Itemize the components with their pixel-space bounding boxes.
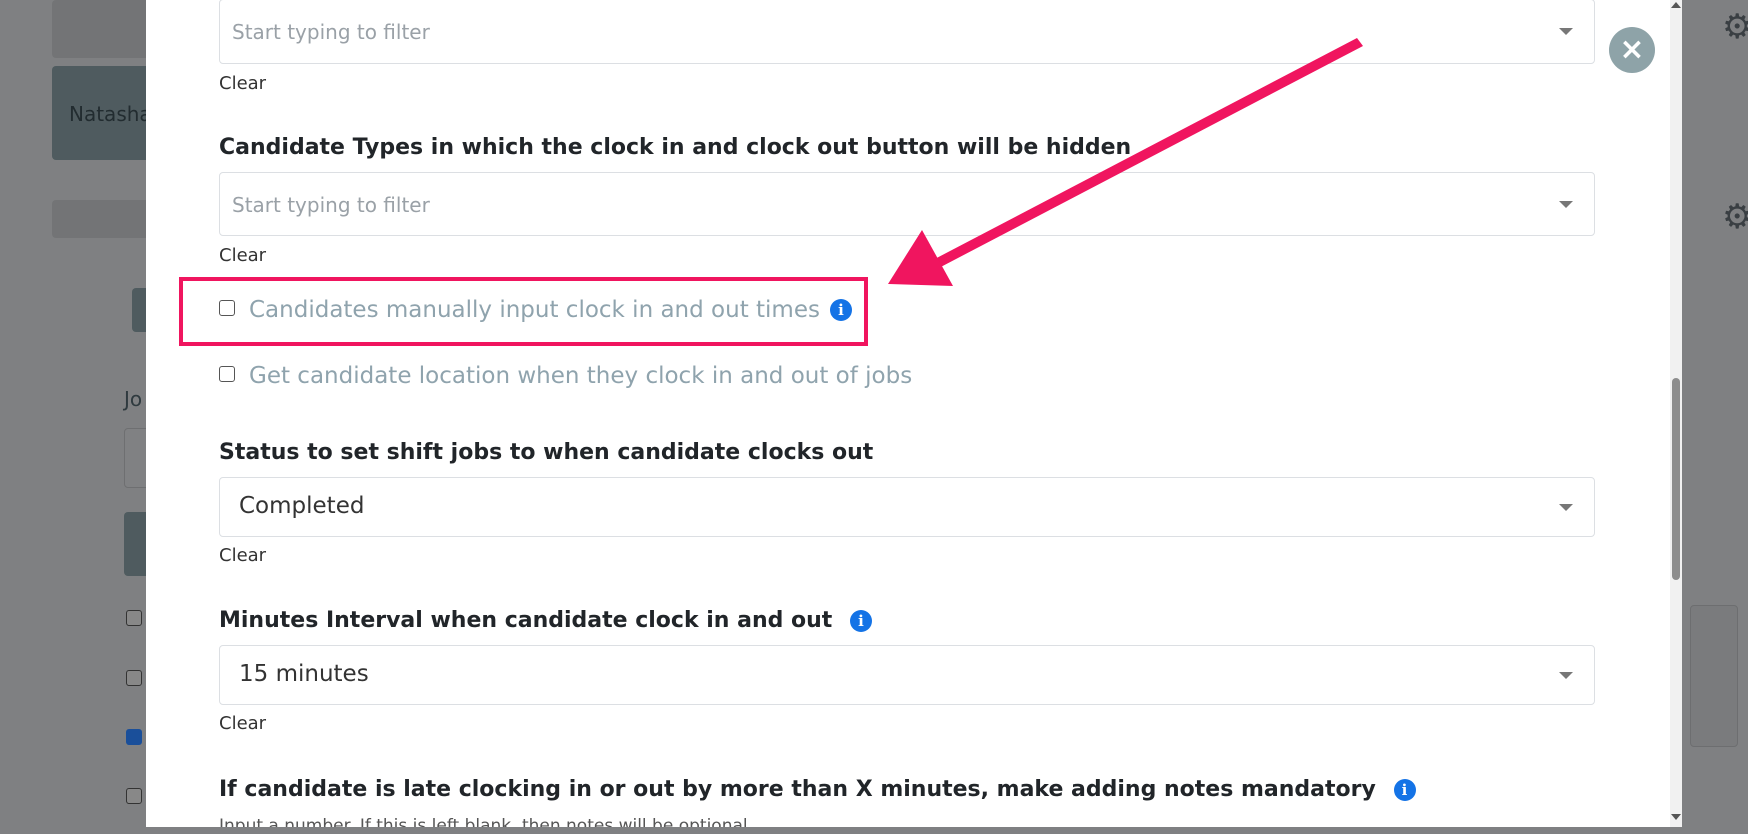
late-label: If candidate is late clocking in or out …	[219, 777, 1416, 802]
bg-checkbox-3	[126, 729, 142, 745]
scrollbar-thumb[interactable]	[1672, 378, 1680, 580]
clear-link[interactable]: Clear	[219, 245, 266, 266]
late-hint-partial: Input a number. If this is left blank, t…	[219, 816, 748, 827]
scroll-down-icon[interactable]	[1671, 814, 1681, 820]
late-label-text: If candidate is late clocking in or out …	[219, 777, 1376, 802]
settings-modal: Start typing to filter Clear Candidate T…	[146, 0, 1682, 827]
bg-checkbox-1	[126, 610, 142, 626]
filter-placeholder: Start typing to filter	[232, 20, 430, 44]
bg-right-panel	[1690, 605, 1738, 747]
chevron-down-icon	[1559, 28, 1573, 35]
interval-value: 15 minutes	[239, 661, 369, 687]
chevron-down-icon	[1559, 201, 1573, 208]
candidate-types-label: Candidate Types in which the clock in an…	[219, 135, 1132, 160]
candidate-types-placeholder: Start typing to filter	[232, 193, 430, 217]
chevron-down-icon	[1559, 504, 1573, 511]
close-icon[interactable]: ×	[1609, 27, 1655, 73]
scroll-up-icon[interactable]	[1671, 2, 1681, 8]
status-label: Status to set shift jobs to when candida…	[219, 440, 874, 465]
gear-icon: ⚙	[1722, 7, 1748, 47]
info-icon[interactable]: i	[850, 610, 872, 632]
filter-select[interactable]: Start typing to filter	[219, 0, 1595, 64]
gear-icon: ⚙	[1722, 197, 1748, 237]
candidate-types-select[interactable]: Start typing to filter	[219, 172, 1595, 236]
chevron-down-icon	[1559, 672, 1573, 679]
bg-label: Jo	[124, 387, 143, 411]
interval-label-text: Minutes Interval when candidate clock in…	[219, 608, 833, 633]
bg-checkbox-2	[126, 670, 142, 686]
status-select[interactable]: Completed	[219, 477, 1595, 537]
location-row: Get candidate location when they clock i…	[219, 363, 912, 389]
bg-user-name: Natasha	[69, 102, 152, 126]
status-value: Completed	[239, 493, 365, 519]
clear-link[interactable]: Clear	[219, 73, 266, 94]
location-checkbox[interactable]	[219, 366, 235, 382]
clear-link[interactable]: Clear	[219, 545, 266, 566]
clear-link[interactable]: Clear	[219, 713, 266, 734]
interval-label: Minutes Interval when candidate clock in…	[219, 608, 872, 633]
bg-checkbox-4	[126, 788, 142, 804]
location-label: Get candidate location when they clock i…	[249, 363, 913, 389]
highlight-box	[179, 277, 868, 346]
info-icon[interactable]: i	[1393, 779, 1416, 801]
interval-select[interactable]: 15 minutes	[219, 645, 1595, 705]
